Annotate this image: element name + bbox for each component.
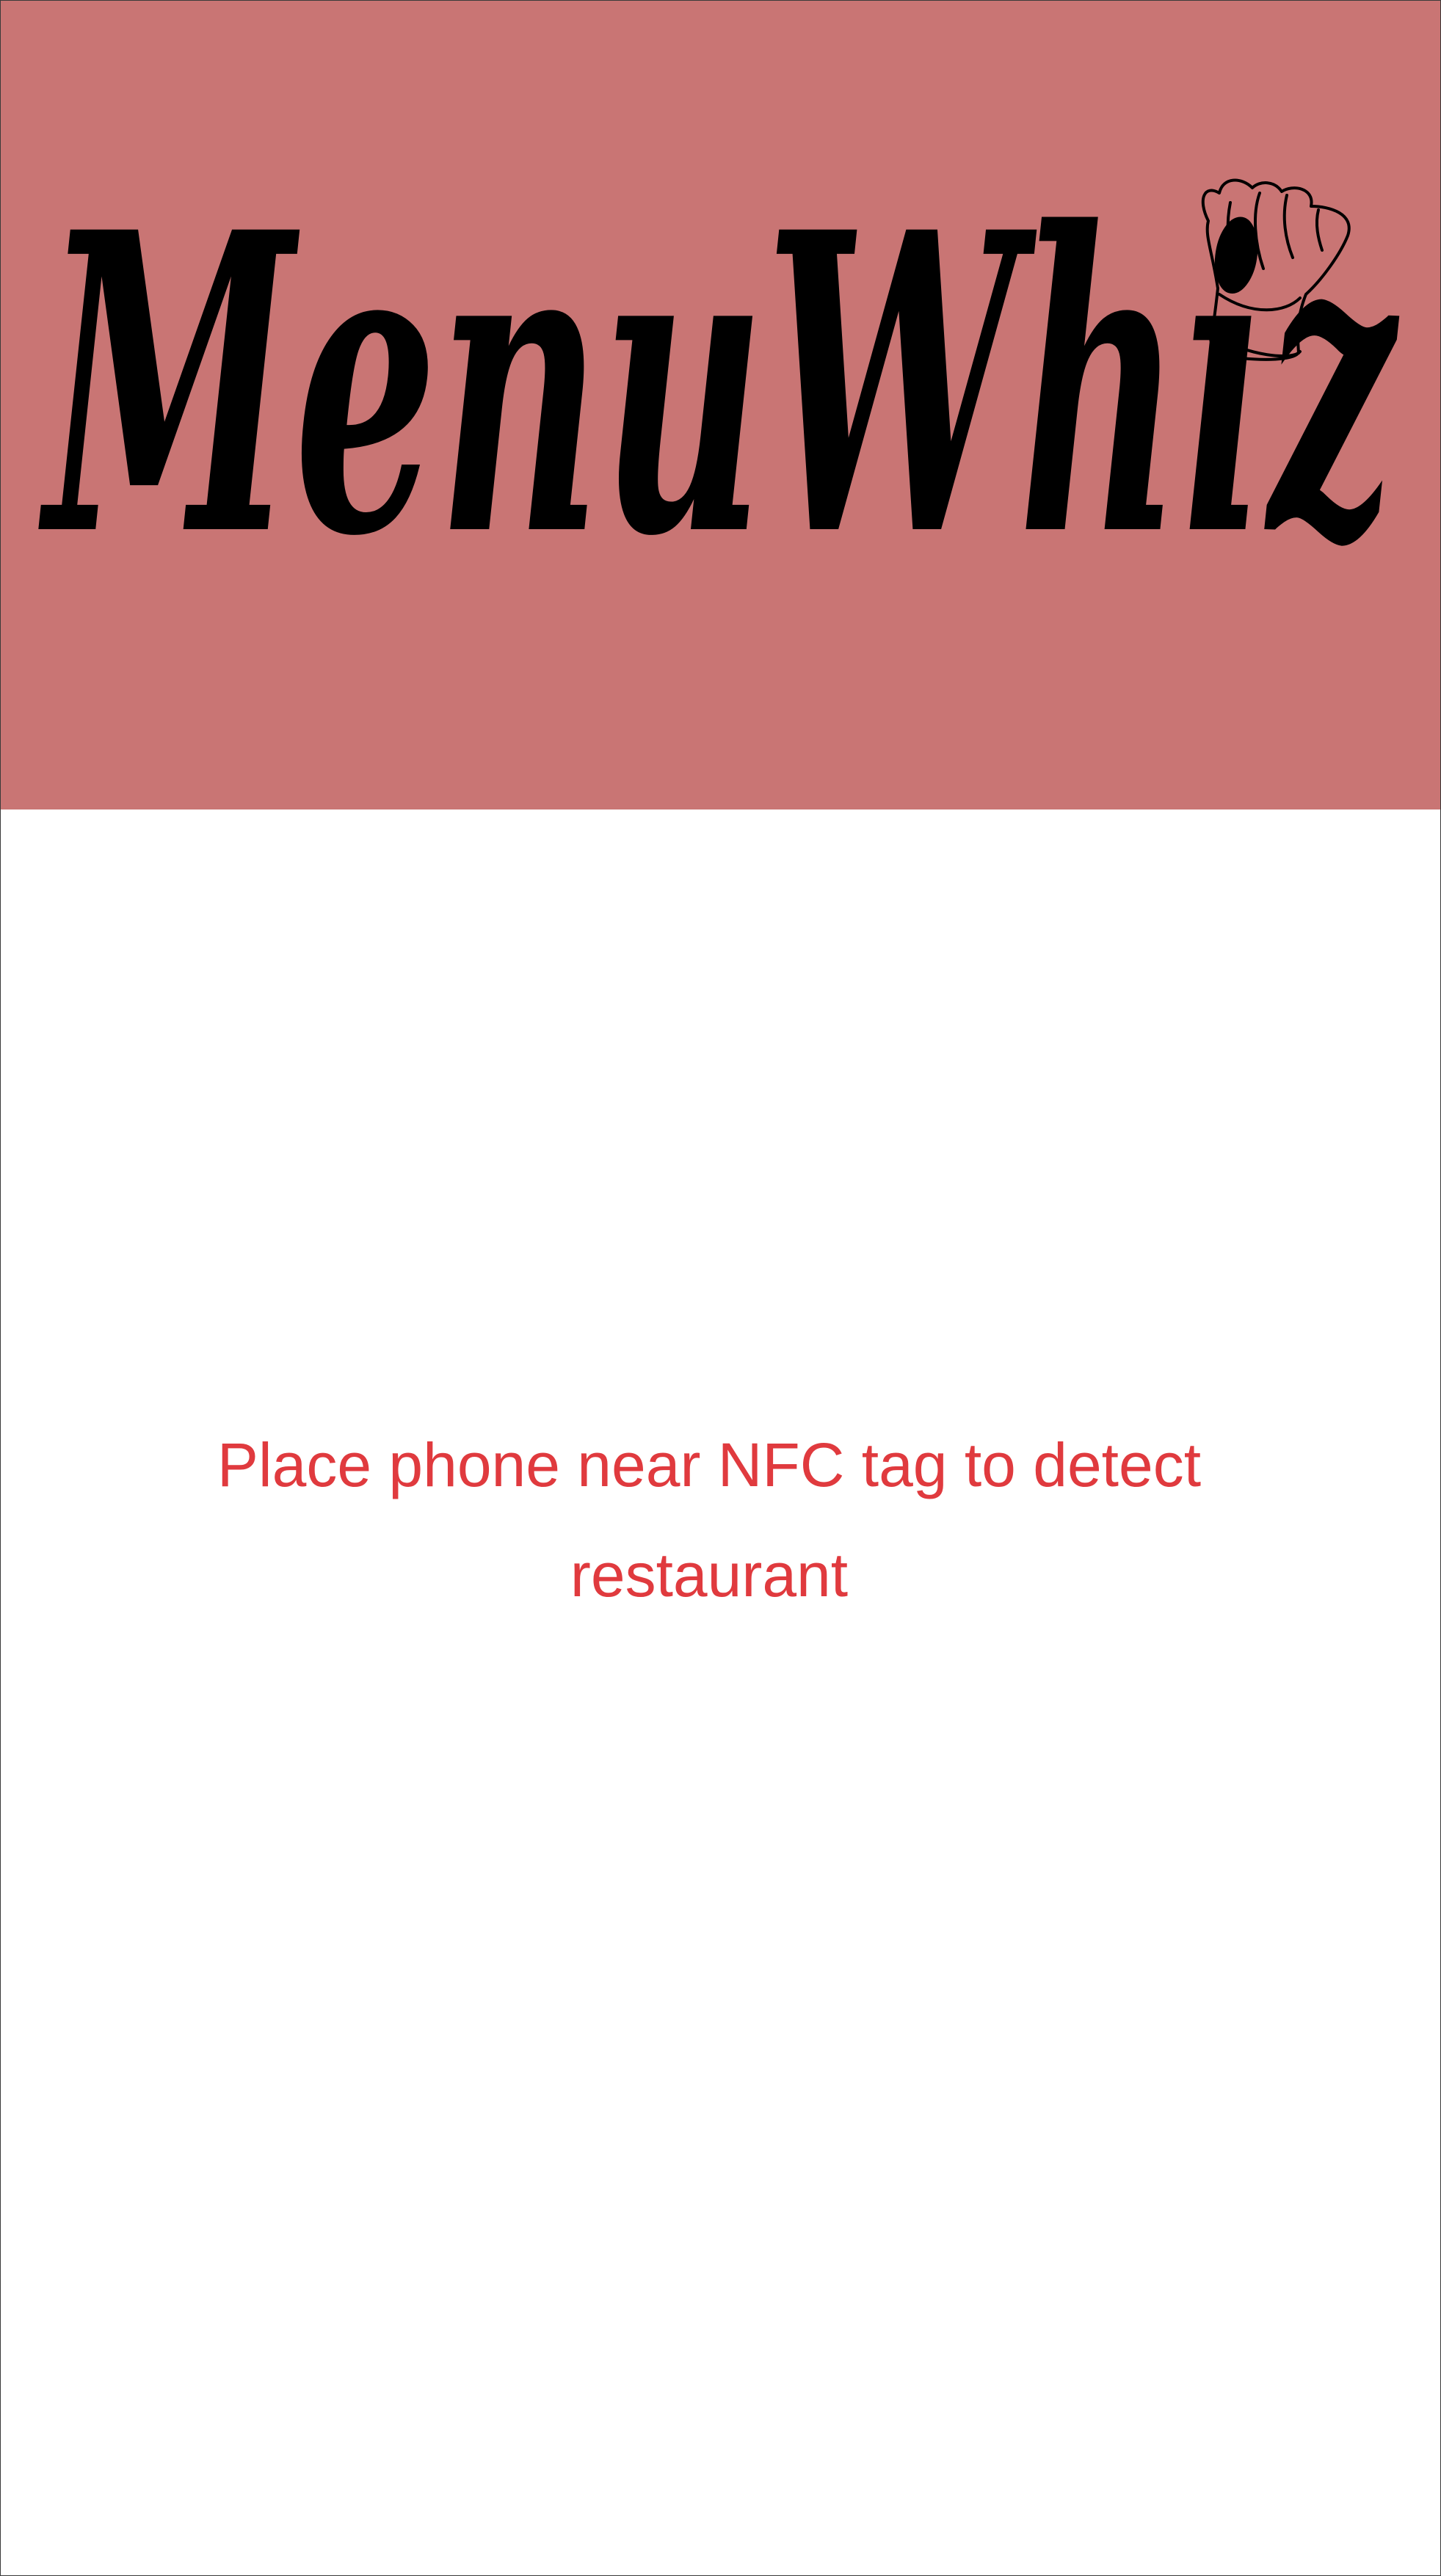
app-screen: MenuWhiz Place phone near NFC tag to det… xyxy=(0,0,1441,2576)
nfc-prompt-text: Place phone near NFC tag to detect resta… xyxy=(217,1430,1202,1609)
app-header: MenuWhiz xyxy=(1,1,1440,809)
menuwhiz-logo: MenuWhiz xyxy=(37,144,1401,627)
logo-wordmark: MenuWhiz xyxy=(37,144,1401,627)
